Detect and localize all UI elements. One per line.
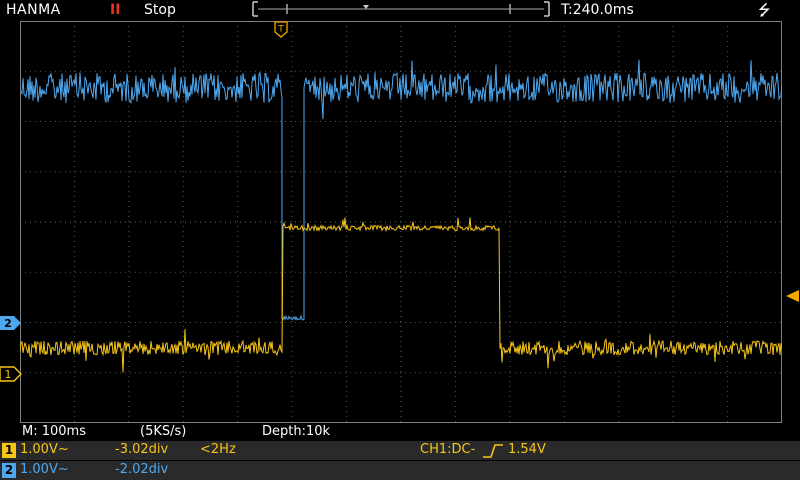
rising-edge-icon [483, 444, 503, 458]
waveform-display[interactable]: T [20, 21, 782, 423]
trigger-level-arrow-icon[interactable] [784, 288, 800, 304]
trigger-position-marker[interactable]: T [274, 21, 288, 38]
channel-2-trace [20, 59, 782, 321]
channel-2-offset-marker[interactable]: 2 [0, 315, 22, 331]
usb-icon: ⭍ [758, 1, 771, 19]
channel-2-badge[interactable]: 2 [2, 463, 16, 478]
timebase-readout[interactable]: M: 100ms [22, 424, 86, 439]
channel-1-info-row[interactable]: 1 1.00V~ -3.02div <2Hz CH1:DC- 1.54V [0, 441, 800, 460]
svg-text:1: 1 [5, 368, 12, 381]
sample-rate-readout: (5KS/s) [140, 424, 187, 439]
channel-2-offset: -2.02div [115, 462, 169, 477]
channel-1-offset: -3.02div [115, 442, 169, 457]
memory-position-bar[interactable] [252, 1, 550, 17]
trigger-marker-label: T [277, 25, 284, 35]
time-position-readout: T:240.0ms [561, 2, 634, 18]
trigger-source-label[interactable]: CH1:DC- [420, 442, 475, 457]
memory-depth-readout[interactable]: Depth:10k [262, 424, 330, 439]
run-state-label[interactable]: Stop [144, 1, 176, 19]
brand-label: HANMA [6, 2, 61, 18]
channel-2-info-row[interactable]: 2 1.00V~ -2.02div [0, 461, 800, 480]
channel-1-offset-marker[interactable]: 1 [0, 366, 22, 382]
svg-text:2: 2 [4, 317, 12, 330]
channel-1-scale[interactable]: 1.00V~ [20, 442, 69, 457]
pause-icon[interactable]: II [110, 1, 120, 19]
trigger-level-readout[interactable]: 1.54V [508, 442, 546, 457]
channel-1-frequency: <2Hz [200, 442, 236, 457]
channel-1-badge[interactable]: 1 [2, 443, 16, 458]
status-line: M: 100ms (5KS/s) Depth:10k [0, 423, 800, 441]
top-bar: HANMA II Stop T:240.0ms ⭍ [0, 0, 800, 20]
channel-1-trace [20, 217, 782, 373]
memory-window-pointer-icon [363, 5, 369, 9]
channel-2-scale[interactable]: 1.00V~ [20, 462, 69, 477]
